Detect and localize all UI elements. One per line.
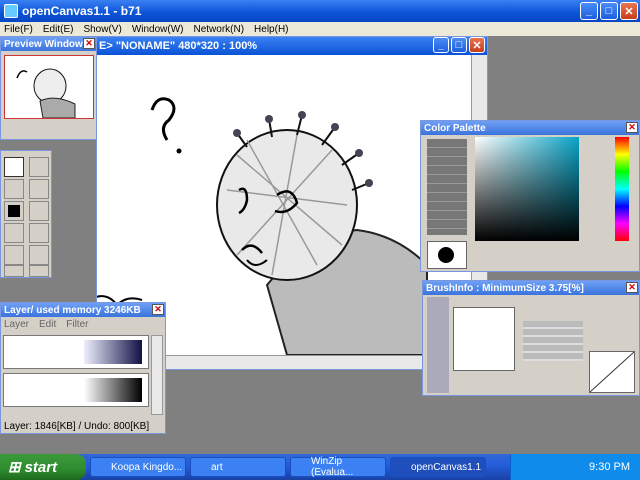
shape-tool[interactable] — [29, 223, 49, 243]
arc-tool[interactable] — [29, 245, 49, 265]
task-label: Koopa Kingdo... — [111, 461, 183, 473]
taskbar: ⊞ start Koopa Kingdo... art WinZip (Eval… — [0, 454, 640, 480]
move-tool[interactable] — [29, 157, 49, 177]
palette-titlebar[interactable]: Color Palette ✕ — [421, 121, 639, 135]
windows-logo-icon: ⊞ — [8, 459, 21, 476]
layer-menu-edit[interactable]: Edit — [39, 319, 56, 330]
brush-preview — [453, 307, 515, 371]
start-button[interactable]: ⊞ start — [0, 454, 86, 480]
taskbar-item-opencanvas[interactable]: openCanvas1.1 — [390, 457, 486, 477]
taskbar-item-koopa[interactable]: Koopa Kingdo... — [90, 457, 186, 477]
palette-close-button[interactable]: ✕ — [626, 122, 638, 133]
preview-titlebar[interactable]: Preview Window ✕ — [1, 37, 96, 51]
preview-title: Preview Window — [4, 38, 83, 50]
pen-tool[interactable] — [4, 157, 24, 177]
canvas-title: E> "NONAME" 480*320 : 100% — [99, 40, 258, 52]
brush-type-list[interactable] — [427, 297, 449, 393]
clock[interactable]: 9:30 PM — [589, 461, 630, 473]
minimize-button[interactable]: _ — [580, 2, 598, 20]
zoom-in-tool[interactable] — [4, 265, 24, 277]
system-tray: 9:30 PM — [510, 454, 640, 480]
task-label: openCanvas1.1 — [411, 461, 482, 473]
brush-info-window: BrushInfo : MinimumSize 3.75[%] ✕ — [422, 280, 640, 396]
app-icon — [4, 4, 18, 18]
brush-titlebar[interactable]: BrushInfo : MinimumSize 3.75[%] ✕ — [423, 281, 639, 295]
menu-file[interactable]: File(F) — [4, 24, 33, 35]
preview-close-button[interactable]: ✕ — [83, 38, 95, 49]
layer-titlebar[interactable]: Layer/ used memory 3246KB ✕ — [1, 303, 165, 317]
menu-window[interactable]: Window(W) — [132, 24, 184, 35]
layer-status: Layer: 1846[KB] / Undo: 800[KB] — [4, 421, 150, 432]
eyedropper-tool[interactable] — [4, 179, 24, 199]
tool-palette — [0, 150, 52, 278]
menu-show[interactable]: Show(V) — [83, 24, 121, 35]
canvas-close-button[interactable]: ✕ — [469, 37, 485, 53]
layer-menu: Layer Edit Filter — [4, 319, 88, 330]
color-swatches[interactable] — [427, 139, 467, 235]
zoom-out-tool[interactable] — [29, 265, 49, 277]
palette-title: Color Palette — [424, 122, 486, 134]
layer-menu-layer[interactable]: Layer — [4, 319, 29, 330]
fill-tool[interactable] — [4, 201, 24, 221]
brush-title: BrushInfo : MinimumSize 3.75[%] — [426, 282, 584, 294]
curve-tool[interactable] — [4, 245, 24, 265]
task-label: WinZip (Evalua... — [311, 456, 354, 478]
hue-slider[interactable] — [615, 137, 629, 241]
app-titlebar[interactable]: openCanvas1.1 - b71 _ □ ✕ — [0, 0, 640, 22]
brush-settings-sliders[interactable] — [523, 321, 583, 361]
layer-menu-filter[interactable]: Filter — [66, 319, 88, 330]
brush-close-button[interactable]: ✕ — [626, 282, 638, 293]
line-tool[interactable] — [29, 179, 49, 199]
taskbar-item-art[interactable]: art — [190, 457, 286, 477]
canvas-minimize-button[interactable]: _ — [433, 37, 449, 53]
app-title: openCanvas1.1 - b71 — [22, 4, 142, 18]
layer-close-button[interactable]: ✕ — [152, 304, 164, 315]
color-palette-window: Color Palette ✕ — [420, 120, 640, 272]
layer-row[interactable] — [3, 335, 149, 369]
menu-network[interactable]: Network(N) — [193, 24, 244, 35]
current-color-preview[interactable] — [427, 241, 467, 269]
taskbar-item-winzip[interactable]: WinZip (Evalua... — [290, 456, 386, 478]
layer-title: Layer/ used memory 3246KB — [4, 304, 141, 316]
select-tool[interactable] — [29, 201, 49, 221]
close-button[interactable]: ✕ — [620, 2, 638, 20]
layer-window: Layer/ used memory 3246KB ✕ Layer Edit F… — [0, 302, 166, 434]
menu-help[interactable]: Help(H) — [254, 24, 288, 35]
pressure-curve[interactable] — [589, 351, 635, 393]
menubar: File(F) Edit(E) Show(V) Window(W) Networ… — [0, 22, 640, 36]
saturation-value-picker[interactable] — [475, 137, 579, 241]
maximize-button[interactable]: □ — [600, 2, 618, 20]
task-label: art — [211, 461, 223, 473]
layer-scrollbar[interactable] — [151, 335, 163, 415]
preview-thumbnail[interactable] — [4, 55, 94, 119]
canvas-maximize-button[interactable]: □ — [451, 37, 467, 53]
lasso-tool[interactable] — [4, 223, 24, 243]
layer-row[interactable] — [3, 373, 149, 407]
preview-window: Preview Window ✕ — [0, 36, 97, 140]
start-label: start — [24, 458, 58, 476]
canvas-titlebar[interactable]: E> "NONAME" 480*320 : 100% _ □ ✕ — [97, 37, 487, 55]
menu-edit[interactable]: Edit(E) — [43, 24, 74, 35]
